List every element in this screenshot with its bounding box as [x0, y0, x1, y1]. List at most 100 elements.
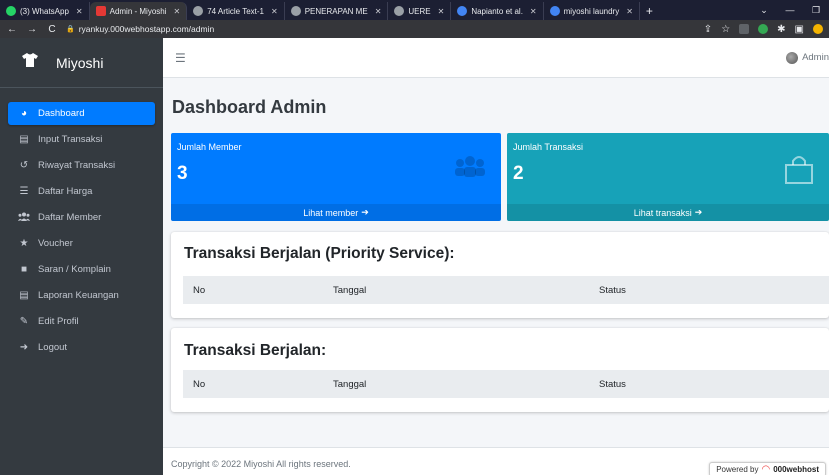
close-icon[interactable]: ✕ — [76, 7, 83, 16]
close-icon[interactable]: ✕ — [174, 7, 181, 16]
top-navbar: ☰ Admin — [163, 38, 829, 78]
priority-transactions-card: Transaksi Berjalan (Priority Service): N… — [171, 232, 829, 318]
lihat-transaksi-link[interactable]: Lihat transaksi ➔ — [507, 204, 829, 221]
sidebar-item-riwayat-transaksi[interactable]: ↺ Riwayat Transaksi — [8, 154, 155, 177]
comment-icon: ■ — [20, 264, 28, 275]
globe-icon — [193, 6, 204, 16]
whatsapp-icon — [6, 6, 16, 16]
browser-toolbar-right: ⇪ ☆ ✱ ▣ — [704, 24, 823, 35]
sidebar-item-logout[interactable]: ➜ Logout — [8, 336, 155, 359]
sidebar: Miyoshi ◕ Dashboard ▤ Input Transaksi ↺ Riw… — [0, 38, 163, 475]
window-controls: ⌄ — ❐ — [751, 0, 829, 20]
tachometer-icon: ◕ — [20, 108, 28, 119]
sidebar-item-voucher[interactable]: ★ Voucher — [8, 232, 155, 255]
file-text-icon: ▤ — [19, 290, 29, 301]
file-icon: ▤ — [19, 134, 29, 145]
transaction-count-label: Jumlah Transaksi — [513, 142, 584, 152]
transaction-count-box: Jumlah Transaksi 2 Lihat transaksi ➔ — [507, 133, 829, 221]
copyright-text: Copyright © 2022 Miyoshi All rights rese… — [171, 459, 351, 469]
globe-icon — [290, 6, 301, 16]
extension-icon[interactable] — [739, 24, 750, 34]
address-bar: ← → C 🔒 ryankuy.000webhostapp.com/admin … — [0, 20, 829, 38]
tab-admin-miyoshi[interactable]: Admin - Miyoshi ✕ — [89, 2, 188, 20]
table-header: No Tanggal Status — [183, 370, 829, 398]
forward-icon[interactable]: → — [26, 24, 38, 35]
close-icon[interactable]: ✕ — [626, 7, 633, 16]
page-title: Dashboard Admin — [172, 97, 327, 117]
star-icon: ★ — [19, 238, 29, 249]
scholar-icon — [457, 6, 468, 16]
extension-icon[interactable] — [758, 24, 769, 34]
column-header-status: Status — [599, 378, 626, 390]
close-icon[interactable]: ✕ — [375, 7, 382, 16]
transaction-count-value: 2 — [513, 163, 524, 184]
sidebar-item-edit-profil[interactable]: ✎ Edit Profil — [8, 310, 155, 333]
close-icon[interactable]: ✕ — [438, 7, 445, 16]
close-icon[interactable]: ✕ — [530, 7, 537, 16]
google-icon — [549, 6, 560, 16]
brand-link[interactable]: Miyoshi — [0, 38, 163, 88]
list-icon: ☰ — [19, 186, 29, 197]
user-menu[interactable]: Admin — [786, 51, 829, 64]
arrow-circle-right-icon: ➔ — [694, 207, 703, 217]
webhost-logo-icon: ◠ — [761, 464, 771, 475]
user-name: Admin — [802, 52, 829, 63]
shopping-bag-icon — [783, 153, 815, 192]
users-icon — [18, 212, 30, 224]
running-transactions-card: Transaksi Berjalan: No Tanggal Status — [171, 328, 829, 412]
sidebar-menu: ◕ Dashboard ▤ Input Transaksi ↺ Riwayat Tra… — [0, 88, 163, 359]
back-icon[interactable]: ← — [6, 24, 18, 35]
restore-icon[interactable]: ❐ — [803, 5, 829, 16]
brand-name: Miyoshi — [56, 54, 104, 71]
member-count-label: Jumlah Member — [177, 142, 242, 152]
powered-by-badge[interactable]: Powered by ◠ 000webhost — [709, 462, 826, 475]
puzzle-icon[interactable]: ✱ — [777, 24, 785, 35]
sign-out-icon: ➜ — [19, 342, 29, 353]
url-field[interactable]: 🔒 ryankuy.000webhostapp.com/admin — [66, 24, 214, 34]
avatar — [786, 51, 799, 64]
lihat-member-link[interactable]: Lihat member ➔ — [171, 204, 501, 221]
column-header-status: Status — [599, 284, 626, 296]
sidepanel-icon[interactable]: ▣ — [795, 24, 804, 35]
tab-napianto[interactable]: Napianto et al. ✕ — [451, 2, 544, 20]
column-header-no: No — [193, 378, 206, 390]
user-edit-icon: ✎ — [19, 316, 29, 327]
sidebar-item-input-transaksi[interactable]: ▤ Input Transaksi — [8, 128, 155, 151]
close-icon[interactable]: ✕ — [271, 7, 278, 16]
share-icon[interactable]: ⇪ — [704, 24, 712, 35]
tab-whatsapp[interactable]: (3) WhatsApp ✕ — [0, 2, 90, 20]
card-title: Transaksi Berjalan: — [184, 342, 327, 359]
globe-icon — [394, 6, 405, 16]
member-count-value: 3 — [177, 163, 188, 184]
page-footer: Copyright © 2022 Miyoshi All rights rese… — [163, 447, 829, 475]
sidebar-item-dashboard[interactable]: ◕ Dashboard — [8, 102, 155, 125]
browser-tab-strip: (3) WhatsApp ✕ Admin - Miyoshi ✕ 74 Articl… — [0, 0, 829, 20]
new-tab-button[interactable]: + — [640, 2, 659, 20]
history-icon: ↺ — [19, 160, 29, 171]
sidebar-item-saran-komplain[interactable]: ■ Saran / Komplain — [8, 258, 155, 281]
table-header: No Tanggal Status — [183, 276, 829, 304]
sidebar-item-daftar-member[interactable]: Daftar Member — [8, 206, 155, 229]
tab-article[interactable]: 74 Article Text-1 ✕ — [187, 2, 285, 20]
tab-penerapan[interactable]: PENERAPAN ME ✕ — [285, 2, 389, 20]
card-title: Transaksi Berjalan (Priority Service): — [184, 245, 455, 262]
lock-icon[interactable]: 🔒 — [66, 25, 75, 33]
arrow-circle-right-icon: ➔ — [361, 207, 369, 217]
bookmark-star-icon[interactable]: ☆ — [721, 24, 730, 35]
tab-uere[interactable]: UERE ✕ — [388, 2, 452, 20]
column-header-no: No — [193, 284, 206, 296]
column-header-tanggal: Tanggal — [333, 378, 367, 390]
sidebar-item-laporan-keuangan[interactable]: ▤ Laporan Keuangan — [8, 284, 155, 307]
tshirt-icon — [22, 53, 38, 72]
minimize-icon[interactable]: — — [777, 5, 803, 15]
member-count-box: Jumlah Member 3 Lihat member ➔ — [171, 133, 501, 221]
profile-avatar[interactable] — [813, 24, 823, 34]
tab-miyoshi-laundry[interactable]: miyoshi laundry ✕ — [544, 2, 640, 20]
reload-icon[interactable]: C — [46, 24, 58, 35]
sidebar-item-daftar-harga[interactable]: ☰ Daftar Harga — [8, 180, 155, 203]
menu-toggle-icon[interactable]: ☰ — [175, 51, 186, 65]
column-header-tanggal: Tanggal — [333, 284, 367, 296]
users-icon — [453, 153, 487, 184]
site-icon — [95, 6, 106, 16]
tab-search-icon[interactable]: ⌄ — [751, 5, 777, 16]
